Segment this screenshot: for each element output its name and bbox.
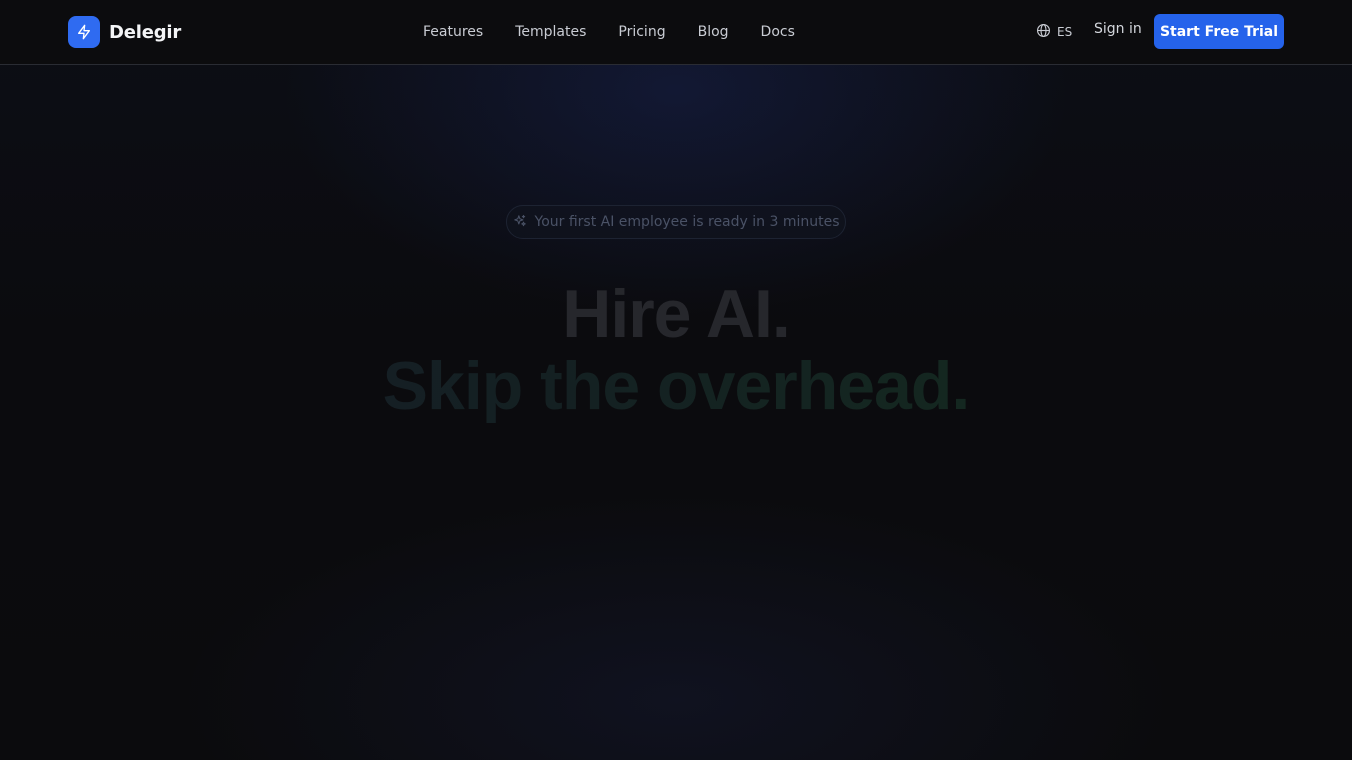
nav-link-pricing[interactable]: Pricing	[602, 24, 681, 40]
top-navbar: Delegir Features Templates Pricing Blog …	[0, 0, 1352, 65]
hero-badge-text: Your first AI employee is ready in 3 min…	[534, 214, 840, 230]
nav-link-features[interactable]: Features	[407, 24, 499, 40]
main-nav: Features Templates Pricing Blog Docs	[407, 20, 811, 44]
nav-link-templates[interactable]: Templates	[499, 24, 602, 40]
start-free-trial-button[interactable]: Start Free Trial	[1154, 14, 1284, 49]
hero-title-line-1: Hire AI.	[562, 276, 791, 352]
sign-in-link[interactable]: Sign in	[1094, 21, 1142, 37]
brand-name: Delegir	[109, 21, 182, 43]
nav-link-blog[interactable]: Blog	[682, 24, 745, 40]
landing-page: Delegir Features Templates Pricing Blog …	[0, 0, 1352, 760]
globe-icon	[1036, 23, 1051, 42]
hero-title-line-2: Skip the overhead.	[0, 348, 1352, 424]
nav-link-docs[interactable]: Docs	[745, 24, 811, 40]
brand-logo[interactable]: Delegir	[68, 16, 181, 48]
language-switcher[interactable]: ES	[1036, 22, 1072, 42]
hero-badge: Your first AI employee is ready in 3 min…	[506, 205, 846, 239]
lightning-bolt-icon	[68, 16, 100, 48]
sparkle-icon	[513, 213, 527, 232]
language-code: ES	[1057, 25, 1073, 39]
